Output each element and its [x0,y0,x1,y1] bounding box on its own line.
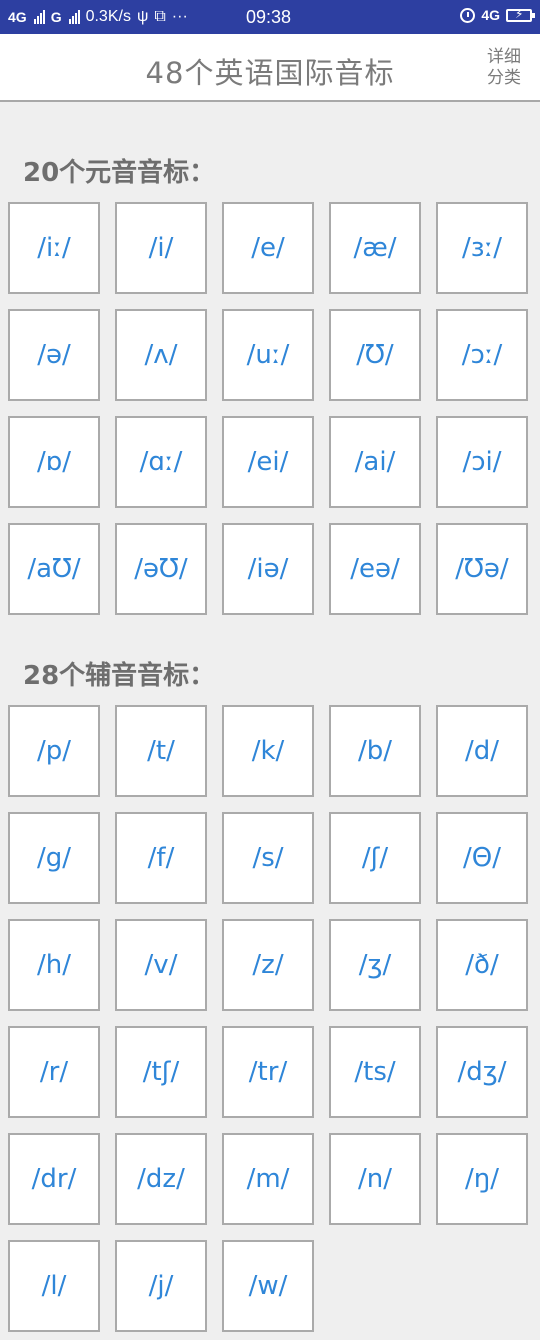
consonant-symbol-button[interactable]: /ts/ [329,1026,421,1118]
status-left: 4G G 0.3K/s ψ ⧉ ··· [8,8,188,26]
status-bar: 4G G 0.3K/s ψ ⧉ ··· 09:38 4G ⚡ [0,0,540,34]
consonant-symbol-button[interactable]: /r/ [8,1026,100,1118]
consonant-symbol-button[interactable]: /k/ [222,705,314,797]
consonant-symbol-button[interactable]: /tr/ [222,1026,314,1118]
network-indicator-right: 4G [481,7,500,23]
page-title: 48个英语国际音标 [145,56,395,90]
vowel-symbol-button[interactable]: /aƱ/ [8,523,100,615]
vowel-symbol-button[interactable]: /ɑː/ [115,416,207,508]
vowel-symbol-button[interactable]: /ʌ/ [115,309,207,401]
signal-icon-2 [68,10,80,24]
consonant-symbol-button[interactable]: /v/ [115,919,207,1011]
vowel-symbol-button[interactable]: /ɔi/ [436,416,528,508]
screenshot-icon: ⧉ [154,8,166,25]
consonant-symbol-button[interactable]: /m/ [222,1133,314,1225]
vowel-symbol-button[interactable]: /ɜː/ [436,202,528,294]
consonant-symbol-button[interactable]: /b/ [329,705,421,797]
vowel-symbol-button[interactable]: /ei/ [222,416,314,508]
detail-label-line2: 分类 [487,68,521,88]
consonant-symbol-button[interactable]: /ʒ/ [329,919,421,1011]
vowel-symbol-button[interactable]: /e/ [222,202,314,294]
consonant-symbol-button[interactable]: /h/ [8,919,100,1011]
vowel-symbol-button[interactable]: /ɒ/ [8,416,100,508]
vowel-symbol-button[interactable]: /eə/ [329,523,421,615]
consonant-symbol-button[interactable]: /tʃ/ [115,1026,207,1118]
vowel-symbol-button[interactable]: /əƱ/ [115,523,207,615]
title-bar: 48个英语国际音标 详细 分类 [0,34,540,102]
consonant-symbol-button[interactable]: /g/ [8,812,100,904]
consonant-symbol-button[interactable]: /ŋ/ [436,1133,528,1225]
consonant-symbol-button[interactable]: /s/ [222,812,314,904]
consonant-symbol-button[interactable]: /f/ [115,812,207,904]
vowel-symbol-button[interactable]: /ai/ [329,416,421,508]
consonant-symbol-button[interactable]: /n/ [329,1133,421,1225]
consonant-symbol-button[interactable]: /p/ [8,705,100,797]
network-indicator-1: 4G [8,9,27,25]
consonant-symbol-button[interactable]: /dz/ [115,1133,207,1225]
vowel-symbol-button[interactable]: /æ/ [329,202,421,294]
alarm-icon [460,7,476,23]
detail-label-line1: 详细 [487,47,521,67]
consonant-symbol-button[interactable]: /dr/ [8,1133,100,1225]
status-right: 4G ⚡ [460,7,535,23]
vowel-grid: /iː//i//e//æ//ɜː/ /ə//ʌ//uː//Ʊ//ɔː/ /ɒ//ɑː… [8,202,528,615]
vowel-symbol-button[interactable]: /ə/ [8,309,100,401]
vowel-symbol-button[interactable]: /iə/ [222,523,314,615]
consonant-symbol-button[interactable]: /dʒ/ [436,1026,528,1118]
vowels-heading: 20个元音音标： [23,158,216,188]
network-speed: 0.3K/s [85,8,131,25]
battery-icon: ⚡ [506,7,535,22]
consonant-symbol-button[interactable]: /l/ [8,1240,100,1332]
vowel-symbol-button[interactable]: /iː/ [8,202,100,294]
usb-icon: ψ [136,8,149,25]
vowel-symbol-button[interactable]: /Ʊ/ [329,309,421,401]
detail-category-button[interactable]: 详细 分类 [484,47,524,89]
vowel-symbol-button[interactable]: /uː/ [222,309,314,401]
vowel-symbol-button[interactable]: /ɔː/ [436,309,528,401]
consonant-symbol-button[interactable]: /Θ/ [436,812,528,904]
consonants-heading: 28个辅音音标： [23,661,216,691]
vowel-symbol-button[interactable]: /i/ [115,202,207,294]
consonant-symbol-button[interactable]: /j/ [115,1240,207,1332]
consonant-symbol-button[interactable]: /z/ [222,919,314,1011]
consonant-symbol-button[interactable]: /ð/ [436,919,528,1011]
more-notifications-icon: ··· [171,8,188,25]
consonant-symbol-button[interactable]: /w/ [222,1240,314,1332]
signal-icon [33,10,45,24]
network-indicator-2: G [50,9,62,25]
vowel-symbol-button[interactable]: /Ʊə/ [436,523,528,615]
consonant-symbol-button[interactable]: /ʃ/ [329,812,421,904]
consonant-symbol-button[interactable]: /t/ [115,705,207,797]
consonant-grid: /p//t//k//b//d//g//f//s//ʃ//Θ//h//v//z//… [8,705,528,1332]
clock: 09:38 [246,7,292,27]
consonant-symbol-button[interactable]: /d/ [436,705,528,797]
